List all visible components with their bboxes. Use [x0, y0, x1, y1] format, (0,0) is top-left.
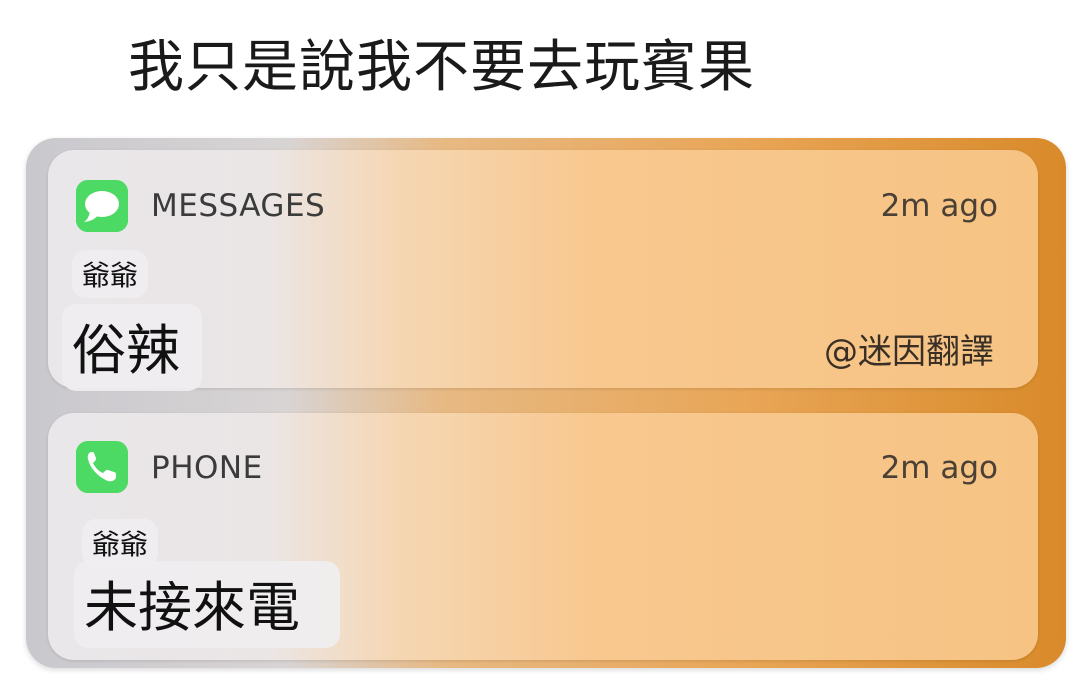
messages-app-icon: [76, 180, 128, 232]
notification-sender: 爺爺: [72, 250, 149, 298]
watermark-text: @迷因翻譯: [824, 332, 994, 372]
notification-time: 2m ago: [880, 450, 998, 486]
app-name-phone: PHONE: [151, 450, 263, 486]
messages-notification[interactable]: MESSAGES 2m ago 爺爺 俗辣 @迷因翻譯: [48, 150, 1038, 391]
notification-body: 俗辣: [62, 304, 202, 391]
meme-caption: 我只是說我不要去玩賓果: [128, 35, 755, 100]
phone-handset-icon: [76, 441, 128, 493]
speech-bubble-icon: [76, 180, 128, 232]
notification-time: 2m ago: [880, 188, 998, 224]
phone-notification[interactable]: PHONE 2m ago 爺爺 未接來電: [48, 413, 1038, 660]
phone-app-icon: [76, 441, 128, 493]
notification-body: 未接來電: [74, 561, 340, 648]
notification-sender: 爺爺: [82, 519, 159, 567]
app-name-messages: MESSAGES: [151, 188, 326, 224]
